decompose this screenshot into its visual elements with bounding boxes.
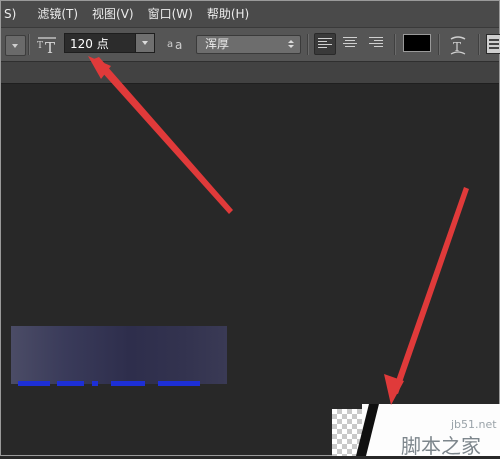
svg-text:T: T	[45, 39, 55, 56]
watermark-name: 脚本之家	[401, 434, 481, 458]
gradient-layer	[11, 326, 227, 384]
menu-item-view[interactable]: 视图(V)	[85, 1, 141, 27]
options-separator	[394, 34, 396, 55]
antialias-select-value: 浑厚	[205, 37, 230, 51]
options-separator	[28, 34, 30, 55]
svg-text:a: a	[175, 38, 182, 51]
character-panel-icon	[489, 47, 499, 49]
character-panel-icon	[489, 39, 499, 41]
align-right-icon	[369, 37, 383, 47]
menu-bar: S) 滤镜(T) 视图(V) 窗口(W) 帮助(H)	[1, 1, 499, 28]
svg-text:T: T	[37, 41, 43, 51]
text-layer-fragment	[18, 381, 50, 386]
character-panel-icon	[489, 43, 499, 45]
antialias-select[interactable]: 浑厚	[196, 35, 301, 54]
menu-item-partial[interactable]: S)	[1, 1, 23, 27]
align-left-icon	[318, 38, 332, 48]
svg-text:a: a	[167, 39, 173, 50]
align-left-button[interactable]	[314, 33, 336, 55]
options-separator	[478, 34, 480, 55]
character-panel-button[interactable]	[486, 34, 500, 54]
text-layer-fragment	[111, 381, 145, 386]
align-right-button[interactable]	[366, 33, 388, 55]
tool-preset-dropdown[interactable]	[5, 35, 26, 56]
warp-text-button[interactable]: T	[446, 33, 470, 57]
options-separator	[438, 34, 440, 55]
font-size-dropdown-button[interactable]	[135, 33, 155, 53]
menu-item-window[interactable]: 窗口(W)	[141, 1, 200, 27]
antialias-glyph: a a	[167, 38, 182, 52]
text-layer-fragment	[57, 381, 84, 386]
text-orientation-glyph: T T	[37, 37, 56, 57]
warp-text-icon: T	[450, 36, 466, 55]
document-tab-strip	[1, 62, 499, 84]
chevron-down-icon	[142, 41, 148, 45]
text-color-swatch[interactable]	[403, 34, 431, 52]
text-layer-fragment	[158, 381, 200, 386]
chevron-down-icon	[12, 44, 18, 48]
options-bar: T T 120 点 a a 浑厚 T	[1, 28, 500, 62]
canvas-area[interactable]	[1, 84, 499, 455]
options-separator	[307, 34, 309, 55]
antialias-icon: a a	[167, 37, 189, 54]
text-orientation-icon[interactable]: T T	[36, 34, 58, 57]
text-layer-fragment	[92, 381, 98, 386]
font-size-input[interactable]: 120 点	[64, 33, 135, 53]
align-center-button[interactable]	[340, 33, 362, 55]
menu-item-filter[interactable]: 滤镜(T)	[30, 1, 85, 27]
select-updown-icon	[288, 38, 296, 51]
align-center-icon	[343, 37, 357, 47]
menu-item-help[interactable]: 帮助(H)	[200, 1, 256, 27]
